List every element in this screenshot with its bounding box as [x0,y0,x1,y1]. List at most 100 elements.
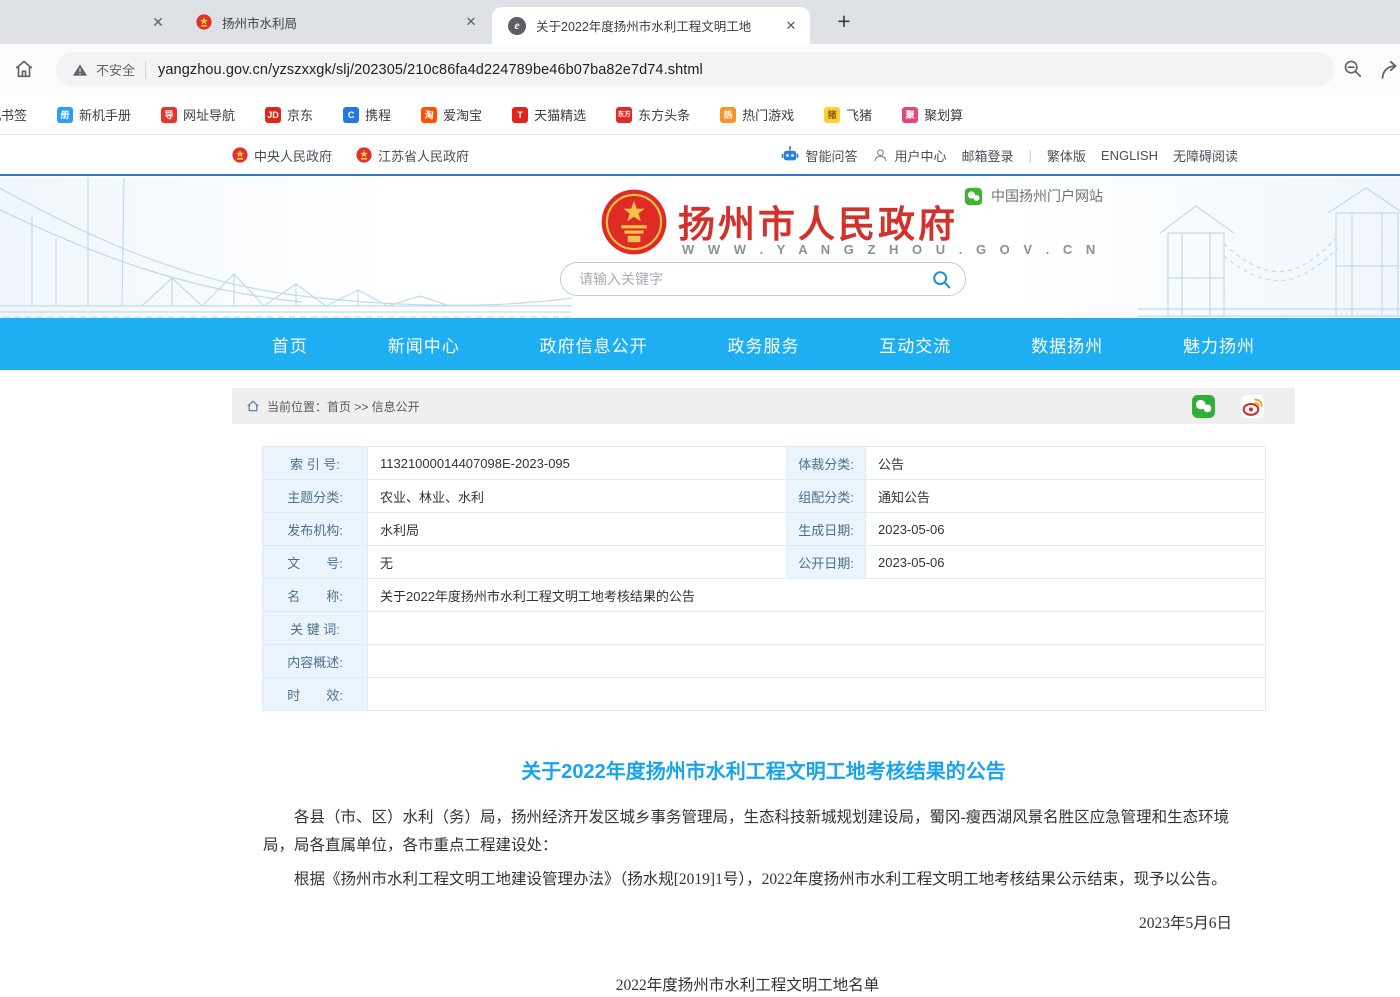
zoom-out-icon[interactable] [1342,58,1364,80]
url-text[interactable]: yangzhou.gov.cn/yzszxxgk/slj/202305/210c… [158,62,703,78]
field-value: 公告 [866,447,1266,480]
field-value: 关于2022年度扬州市水利工程文明工地考核结果的公告 [368,579,1266,612]
taobao-icon: 淘 [421,107,437,123]
navigation-icon: 导 [161,107,177,123]
site-title[interactable]: 扬州市人民政府 [678,194,958,248]
bookmark-jd[interactable]: JD 京东 [265,105,313,124]
article-body: 各县（市、区）水利（务）局，扬州经济开发区城乡事务管理局，生态科技新城规划建设局… [263,804,1232,997]
browser-window: ✕ 扬州市水利局 ✕ e 关于2022年度扬州市水利工程文明工地 ✕ + [0,0,1400,997]
home-icon[interactable] [13,58,35,80]
divider: | [1029,148,1032,163]
browser-toolbar: 不安全 yangzhou.gov.cn/yzszxxgk/slj/202305/… [0,44,1400,95]
new-tab-button[interactable]: + [830,8,858,36]
bookmark-label: 爱淘宝 [443,105,482,124]
english-link[interactable]: ENGLISH [1101,148,1158,163]
field-label: 文 号: [263,546,368,579]
table-row: 主题分类: 农业、林业、水利 组配分类: 通知公告 [263,480,1266,513]
bookmark-eastday[interactable]: 东方 东方头条 [616,105,690,124]
portal-badge[interactable]: 中国扬州门户网站 [964,186,1103,206]
bookmark-aitaobao[interactable]: 淘 爱淘宝 [421,105,482,124]
tmall-icon: T [512,107,528,123]
omnibox-divider [145,61,146,79]
security-status-label[interactable]: 不安全 [96,60,135,79]
table-row: 内容概述: [263,645,1266,678]
field-label: 组配分类: [787,480,866,513]
breadcrumb-label[interactable]: 当前位置：首页 >> 信息公开 [267,398,420,415]
field-value: 水利局 [368,513,787,546]
nav-item-interaction[interactable]: 互动交流 [879,332,951,357]
nav-item-home[interactable]: 首页 [272,332,308,357]
site-domain: W W W . Y A N G Z H O U . G O V . C N [682,242,1100,257]
user-center-label: 用户中心 [894,146,946,165]
tab-close-icon[interactable]: ✕ [462,13,480,31]
search-icon[interactable] [931,269,952,290]
field-label: 生成日期: [787,513,866,546]
user-center-link[interactable]: 用户中心 [872,146,946,165]
smart-qa-link[interactable]: 智能问答 [780,145,857,165]
tab-title: 扬州市水利局 [222,13,454,32]
link-central-government[interactable]: 中央人民政府 [232,146,332,165]
bridge-lineart-right [1138,178,1400,318]
offscreen-tab-close-icon[interactable]: ✕ [148,12,168,32]
national-emblem-icon [356,147,372,163]
gov-link-label: 中央人民政府 [254,146,332,165]
browser-logo-favicon: e [508,17,526,35]
bookmark-hot-games[interactable]: 热 热门游戏 [720,105,794,124]
portal-label: 中国扬州门户网站 [991,186,1103,206]
fliggy-icon: 猪 [824,107,840,123]
share-icon[interactable] [1378,58,1400,82]
nav-item-services[interactable]: 政务服务 [727,332,799,357]
bookmark-fliggy[interactable]: 猪 飞猪 [824,105,872,124]
eastday-icon: 东方 [616,107,632,123]
bookmark-juhuasuan[interactable]: 聚 聚划算 [902,105,963,124]
bookmark-ctrip[interactable]: C 携程 [343,105,391,124]
bookmark-new-phone-manual[interactable]: 册 新机手册 [57,105,131,124]
field-value: 通知公告 [866,480,1266,513]
table-row: 索 引 号: 11321000014407098E-2023-095 体裁分类:… [263,447,1266,480]
search-input[interactable] [579,271,931,287]
weibo-share-icon[interactable] [1240,394,1265,419]
nav-item-info-disclosure[interactable]: 政府信息公开 [540,332,648,357]
user-icon [872,147,889,164]
bookmark-label: 京东 [287,105,313,124]
bridge-lineart-left [0,178,572,318]
field-label: 名 称: [263,579,368,612]
bookmark-phone-bookmarks[interactable]: 机书签 [0,105,27,124]
site-search [560,262,966,296]
bookmark-label: 热门游戏 [742,105,794,124]
field-value: 2023-05-06 [866,513,1266,546]
bookmark-site-navigation[interactable]: 导 网址导航 [161,105,235,124]
bookmark-tmall[interactable]: T 天猫精选 [512,105,586,124]
wechat-icon [964,187,983,206]
field-label: 体裁分类: [787,447,866,480]
nav-item-news[interactable]: 新闻中心 [388,332,460,357]
field-value: 农业、林业、水利 [368,480,787,513]
address-bar[interactable]: 不安全 yangzhou.gov.cn/yzszxxgk/slj/202305/… [56,52,1334,87]
gov-links-bar: 中央人民政府 江苏省人民政府 [0,136,1400,176]
bookmark-label: 东方头条 [638,105,690,124]
nav-item-data-yangzhou[interactable]: 数据扬州 [1031,332,1103,357]
bookmark-label: 天猫精选 [534,105,586,124]
national-emblem-favicon [196,14,212,30]
field-label: 公开日期: [787,546,866,579]
link-jiangsu-government[interactable]: 江苏省人民政府 [356,146,469,165]
national-emblem-logo [600,188,668,256]
field-value [368,645,1266,678]
tab-active-announcement[interactable]: e 关于2022年度扬州市水利工程文明工地 ✕ [492,7,810,44]
tab-yangzhou-water-bureau[interactable]: 扬州市水利局 ✕ [178,0,490,44]
bookmark-label: 机书签 [0,105,27,124]
page-content: 当前位置：首页 >> 信息公开 索 引 号: [232,388,1295,997]
table-row: 关 键 词: [263,612,1266,645]
nav-item-charm-yangzhou[interactable]: 魅力扬州 [1183,332,1255,357]
tab-close-icon[interactable]: ✕ [782,17,800,35]
smart-qa-label: 智能问答 [805,146,857,165]
table-row: 文 号: 无 公开日期: 2023-05-06 [263,546,1266,579]
traditional-chinese-link[interactable]: 繁体版 [1047,146,1086,165]
accessibility-link[interactable]: 无障碍阅读 [1173,146,1238,165]
main-navigation: 首页 新闻中心 政府信息公开 政务服务 互动交流 数据扬州 魅力扬州 [0,318,1400,370]
bookmark-label: 新机手册 [79,105,131,124]
field-value [368,612,1266,645]
table-row: 名 称: 关于2022年度扬州市水利工程文明工地考核结果的公告 [263,579,1266,612]
mail-login-link[interactable]: 邮箱登录 [961,146,1013,165]
wechat-share-icon[interactable] [1191,394,1216,419]
